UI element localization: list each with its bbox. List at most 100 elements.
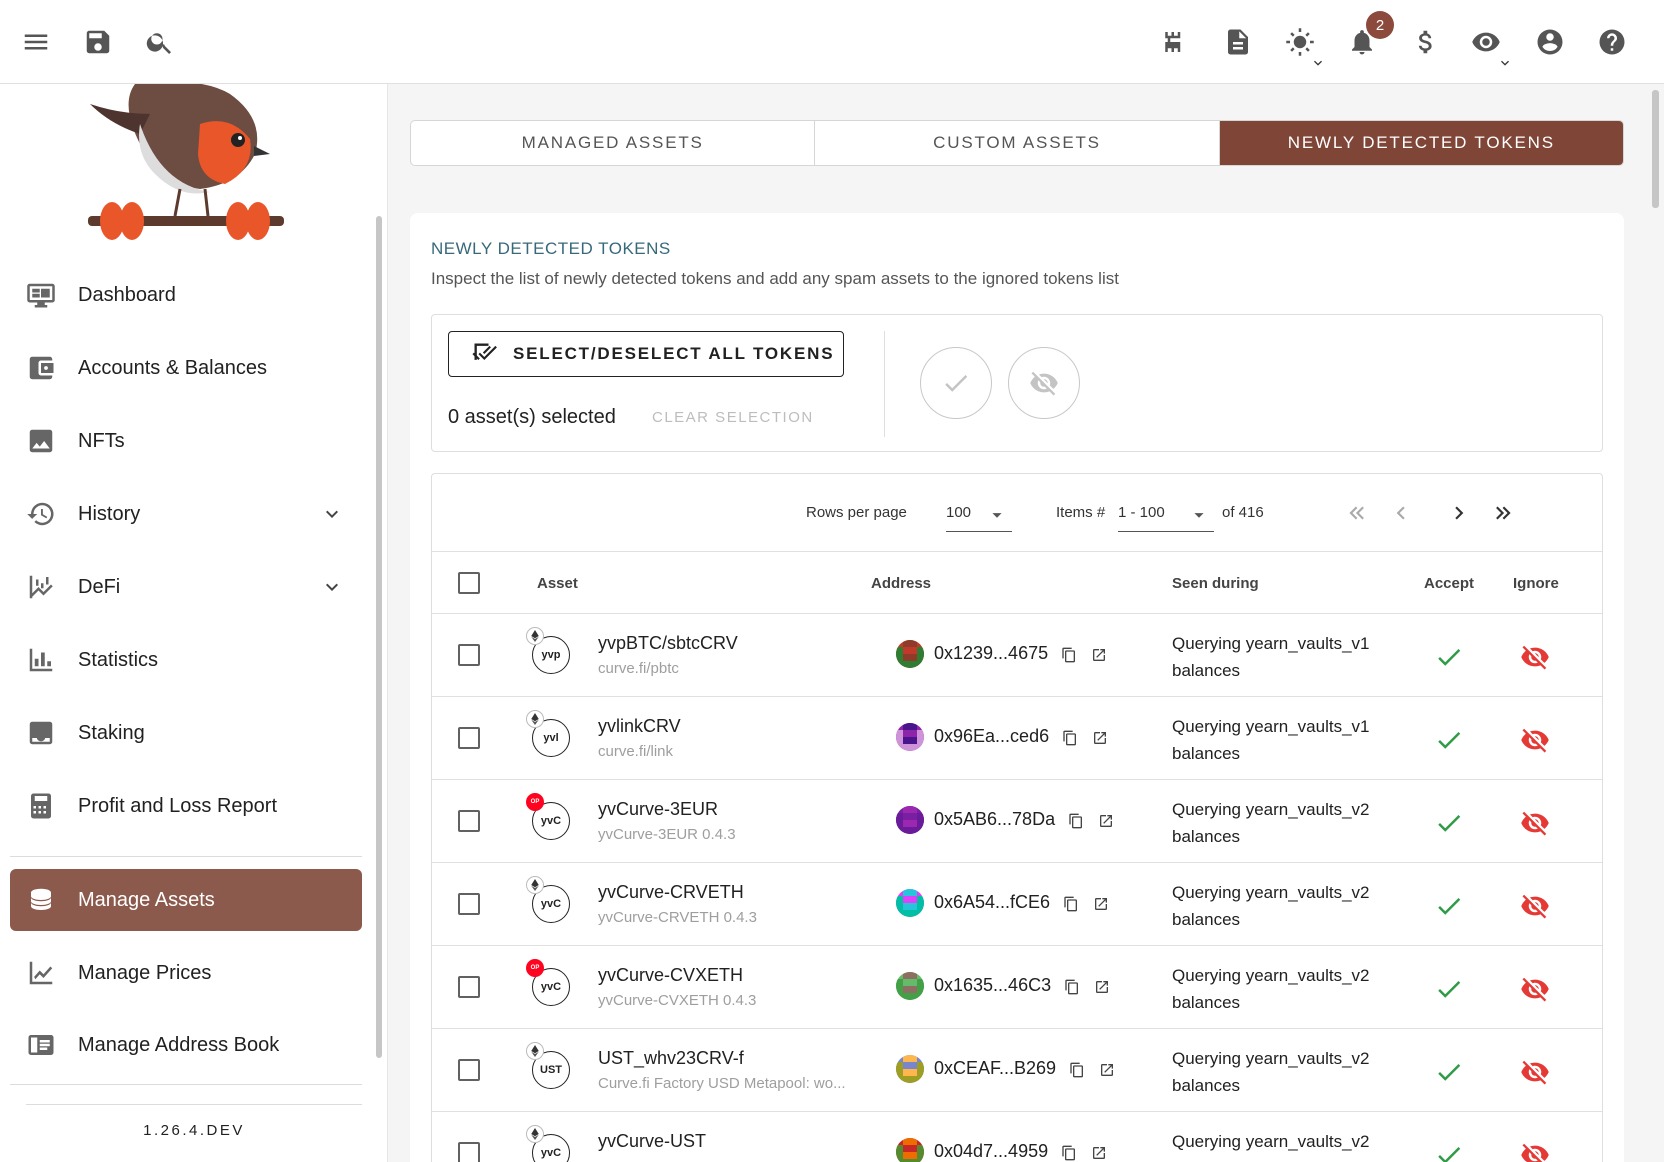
ignore-eye-off-icon[interactable] [1520, 808, 1552, 840]
row-checkbox[interactable] [458, 1059, 480, 1081]
copy-icon[interactable] [1058, 644, 1080, 666]
sidebar-item-nfts[interactable]: NFTs [10, 410, 362, 472]
copy-icon[interactable] [1066, 1059, 1088, 1081]
search-icon[interactable] [140, 22, 180, 62]
blockie-cell [896, 993, 924, 1000]
accept-check-icon[interactable] [1434, 1057, 1464, 1087]
accept-check-icon[interactable] [1434, 808, 1464, 838]
address-blockie-icon [896, 640, 924, 668]
row-checkbox[interactable] [458, 1142, 480, 1162]
help-icon[interactable] [1592, 22, 1632, 62]
accept-check-icon[interactable] [1434, 974, 1464, 1004]
tab-managed-assets[interactable]: MANAGED ASSETS [411, 121, 816, 165]
ignore-eye-off-icon[interactable] [1520, 1057, 1552, 1089]
notes-icon[interactable] [1218, 22, 1258, 62]
blockie-cell [917, 1062, 924, 1076]
theme-chevron-down-icon[interactable] [1307, 52, 1329, 74]
select-all-tokens-button[interactable]: SELECT/DESELECT ALL TOKENS [448, 331, 844, 377]
external-link-icon[interactable] [1091, 976, 1113, 998]
blockie-cell [917, 1145, 924, 1159]
tab-custom-assets[interactable]: CUSTOM ASSETS [815, 121, 1220, 165]
rows-per-page-label: Rows per page [806, 504, 907, 521]
header-ignore: Ignore [1513, 575, 1559, 592]
asset-symbol: yvCurve-UST [598, 1131, 707, 1151]
external-link-icon[interactable] [1088, 644, 1110, 666]
asset-name: yvCurve-3EUR 0.4.3 [598, 826, 736, 843]
account-icon[interactable] [1530, 22, 1570, 62]
sidebar-item-history[interactable]: History [10, 483, 362, 545]
copy-icon[interactable] [1060, 893, 1082, 915]
accept-check-icon[interactable] [1434, 1140, 1464, 1162]
clear-selection-button[interactable]: CLEAR SELECTION [652, 409, 814, 426]
ignore-eye-off-icon[interactable] [1520, 1140, 1552, 1162]
copy-icon[interactable] [1065, 810, 1087, 832]
accept-check-icon[interactable] [1434, 642, 1464, 672]
header-address[interactable]: Address [871, 575, 931, 592]
items-range-select[interactable]: 1 - 100 [1118, 494, 1214, 532]
first-page-icon[interactable] [1342, 498, 1372, 528]
accept-selected-button[interactable] [920, 347, 992, 419]
copy-icon[interactable] [1061, 976, 1083, 998]
external-link-icon[interactable] [1095, 810, 1117, 832]
select-all-checkbox[interactable] [458, 572, 480, 594]
sidebar-scrollbar[interactable] [376, 216, 382, 1058]
table-row: yvl yvlinkCRV curve.fi/link 0x96Ea...ced6 Qu… [432, 697, 1602, 780]
rows-per-page-select[interactable]: 100 [946, 494, 1012, 532]
ignore-eye-off-icon[interactable] [1520, 725, 1552, 757]
row-checkbox[interactable] [458, 976, 480, 998]
sidebar-item-statistics[interactable]: Statistics [10, 629, 362, 691]
ethereum-chain-icon [526, 1042, 544, 1060]
save-icon[interactable] [78, 22, 118, 62]
external-link-icon[interactable] [1089, 727, 1111, 749]
privacy-chevron-down-icon[interactable] [1494, 52, 1516, 74]
accept-check-icon[interactable] [1434, 725, 1464, 755]
sidebar-item-label: History [78, 502, 141, 525]
seen-during: Querying yearn_vaults_v2 balances [1172, 962, 1402, 1016]
top-app-bar: 2 [0, 0, 1664, 84]
rows-per-page-value: 100 [946, 504, 972, 521]
ignore-selected-button[interactable] [1008, 347, 1080, 419]
sidebar-item-manage-prices[interactable]: Manage Prices [10, 942, 362, 1004]
accept-check-icon[interactable] [1434, 891, 1464, 921]
sidebar-item-manage-address-book[interactable]: Manage Address Book [10, 1014, 362, 1076]
blockie-cell [896, 813, 903, 827]
blockie-cell [896, 1062, 903, 1076]
sidebar-item-manage-assets[interactable]: Manage Assets [10, 869, 362, 931]
items-total: of 416 [1222, 504, 1264, 521]
sync-icon[interactable] [1154, 22, 1194, 62]
seen-during: Querying yearn_vaults_v2 balances [1172, 796, 1402, 850]
ignore-eye-off-icon[interactable] [1520, 642, 1552, 674]
sidebar-item-profit-loss-report[interactable]: Profit and Loss Report [10, 775, 362, 837]
row-checkbox[interactable] [458, 810, 480, 832]
row-checkbox[interactable] [458, 644, 480, 666]
row-checkbox[interactable] [458, 727, 480, 749]
sidebar-item-dashboard[interactable]: Dashboard [10, 264, 362, 326]
tab-newly-detected-tokens[interactable]: NEWLY DETECTED TOKENS [1219, 121, 1623, 165]
header-asset[interactable]: Asset [537, 575, 578, 592]
last-page-icon[interactable] [1488, 498, 1518, 528]
menu-icon[interactable] [16, 22, 56, 62]
header-seen-during[interactable]: Seen during [1172, 575, 1259, 592]
copy-icon[interactable] [1058, 1142, 1080, 1162]
sidebar-item-label: Accounts & Balances [78, 356, 267, 379]
copy-icon[interactable] [1059, 727, 1081, 749]
sidebar-item-label: NFTs [78, 429, 125, 452]
ignore-eye-off-icon[interactable] [1520, 891, 1552, 923]
ignore-eye-off-icon[interactable] [1520, 974, 1552, 1006]
items-range-value: 1 - 100 [1118, 504, 1165, 521]
external-link-icon[interactable] [1096, 1059, 1118, 1081]
currency-icon[interactable] [1406, 22, 1446, 62]
history-icon [24, 497, 58, 531]
external-link-icon[interactable] [1088, 1142, 1110, 1162]
card-subtitle: Inspect the list of newly detected token… [431, 269, 1119, 288]
external-link-icon[interactable] [1090, 893, 1112, 915]
sidebar-item-staking[interactable]: Staking [10, 702, 362, 764]
sidebar-item-accounts-balances[interactable]: Accounts & Balances [10, 337, 362, 399]
sidebar-item-defi[interactable]: DeFi [10, 556, 362, 618]
main-scrollbar[interactable] [1652, 90, 1659, 208]
row-checkbox[interactable] [458, 893, 480, 915]
next-page-icon[interactable] [1444, 498, 1474, 528]
select-all-icon [472, 343, 497, 360]
previous-page-icon[interactable] [1386, 498, 1416, 528]
newly-detected-card: NEWLY DETECTED TOKENS Inspect the list o… [410, 213, 1624, 1162]
